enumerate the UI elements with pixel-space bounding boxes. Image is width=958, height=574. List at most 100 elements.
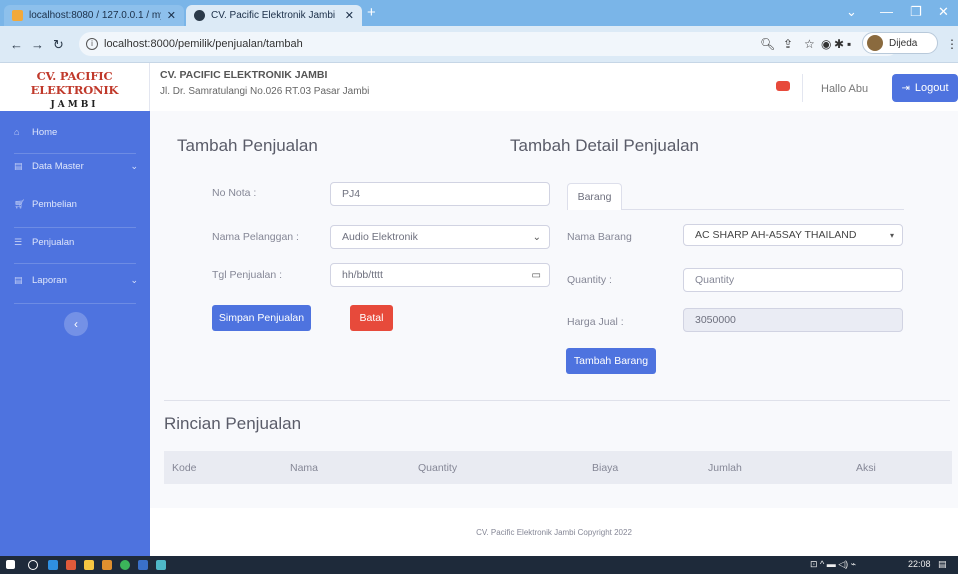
zoom-icon[interactable]: 🔍︎	[760, 37, 775, 51]
pelanggan-selected: Audio Elektronik	[342, 231, 418, 243]
sidebar-item-data-master[interactable]: ▤ Data Master ⌄	[0, 147, 150, 185]
search-icon[interactable]	[28, 560, 38, 570]
tgl-value: hh/bb/tttt	[342, 269, 383, 281]
report-icon: ▤	[14, 274, 23, 285]
site-info-icon[interactable]: i	[86, 38, 98, 50]
folder-icon: ▤	[14, 160, 23, 171]
quantity-label: Quantity :	[567, 274, 612, 286]
word-icon[interactable]	[138, 560, 148, 570]
tambah-barang-button[interactable]: Tambah Barang	[566, 348, 656, 374]
profile-name: Dijeda	[889, 37, 918, 49]
brand-line1: CV. PACIFIC ELEKTRONIK	[30, 69, 119, 97]
no-nota-label: No Nota :	[212, 187, 257, 199]
list-icon: ☰	[14, 236, 23, 247]
calendar-icon[interactable]: ▭	[532, 270, 541, 281]
brand-logo[interactable]: CV. PACIFIC ELEKTRONIK JAMBI	[0, 63, 150, 111]
company-address: Jl. Dr. Samratulangi No.026 RT.03 Pasar …	[160, 86, 370, 97]
sidebar-item-label: Pembelian	[32, 198, 77, 210]
menu-kebab-icon[interactable]: ⋮	[946, 37, 958, 51]
user-greeting[interactable]: Hallo Abu	[821, 83, 868, 95]
url-text[interactable]: localhost:8000/pemilik/penjualan/tambah	[104, 38, 303, 50]
pelanggan-select[interactable]: Audio Elektronik ⌄	[330, 225, 550, 249]
sidebar-item-laporan[interactable]: ▤ Laporan ⌄	[0, 261, 150, 299]
company-name: CV. PACIFIC ELEKTRONIK JAMBI	[160, 69, 328, 81]
close-tab-icon[interactable]: ✕	[345, 9, 354, 22]
puzzle-icon[interactable]: ✱	[834, 37, 844, 51]
chevron-down-icon[interactable]: ⌄	[846, 4, 857, 20]
form-detail-title: Tambah Detail Penjualan	[510, 136, 700, 155]
tgl-label: Tgl Penjualan :	[212, 269, 283, 281]
minimize-icon[interactable]: —	[880, 4, 893, 19]
sidebar-item-pembelian[interactable]: 🛒︎ Pembelian	[0, 185, 150, 223]
share-icon[interactable]: ⇪	[783, 37, 793, 51]
logout-label: Logout	[914, 82, 949, 94]
clock[interactable]: 22:08	[908, 559, 931, 569]
close-window-icon[interactable]: ✕	[938, 4, 949, 20]
pelanggan-label: Nama Pelanggan :	[212, 231, 299, 243]
no-nota-input[interactable]: PJ4	[330, 182, 550, 206]
sidebar-item-penjualan[interactable]: ☰ Penjualan	[0, 223, 150, 261]
notification-icon[interactable]	[776, 81, 790, 91]
batal-button[interactable]: Batal	[350, 305, 393, 331]
avatar	[867, 35, 883, 51]
column-header-aksi: Aksi	[856, 462, 876, 474]
tab-barang[interactable]: Barang	[567, 183, 622, 210]
chrome-icon[interactable]	[120, 560, 130, 570]
profile-button[interactable]: Dijeda	[862, 32, 938, 54]
restore-icon[interactable]: ❐	[910, 4, 922, 20]
bookmark-star-icon[interactable]: ☆	[804, 37, 815, 51]
harga-jual-input[interactable]: 3050000	[683, 308, 903, 332]
main-content	[150, 111, 958, 556]
topbar-divider	[802, 74, 803, 102]
cart-icon: 🛒︎	[14, 198, 26, 209]
close-tab-icon[interactable]: ✕	[167, 9, 176, 22]
chevron-down-icon: ⌄	[130, 274, 138, 285]
tray-icons[interactable]: ⊡ ^ ▬ ◁) ⌁	[810, 559, 856, 570]
rincian-title: Rincian Penjualan	[164, 414, 302, 433]
back-icon[interactable]: ←	[10, 37, 23, 52]
copyright-text: CV. Pacific Elektronik Jambi Copyright 2…	[476, 528, 632, 537]
chevron-down-icon: ⌄	[130, 160, 138, 171]
sidebar-divider	[14, 303, 136, 304]
sidebar-item-label: Penjualan	[32, 236, 75, 248]
browser-tab-app[interactable]: CV. Pacific Elektronik Jambi ✕	[186, 5, 362, 26]
forward-icon[interactable]: →	[31, 37, 44, 52]
quantity-input[interactable]: Quantity	[683, 268, 903, 292]
logout-icon: ⇥	[901, 82, 910, 94]
notification-center-icon[interactable]: ▤	[938, 559, 947, 570]
sidebar-item-home[interactable]: ⌂ Home	[0, 113, 150, 151]
browser-tab-phpmyadmin[interactable]: localhost:8080 / 127.0.0.1 / mysq ✕	[4, 5, 184, 26]
rincian-table-header	[164, 451, 952, 484]
tab-title: CV. Pacific Elektronik Jambi	[211, 10, 336, 21]
column-header-biaya: Biaya	[592, 462, 619, 474]
extension-icon[interactable]: ◉	[821, 37, 831, 51]
simpan-penjualan-button[interactable]: Simpan Penjualan	[212, 305, 311, 331]
xampp-icon[interactable]	[66, 560, 76, 570]
logout-button[interactable]: ⇥ Logout	[892, 74, 958, 102]
phpmyadmin-icon	[12, 10, 23, 21]
reload-icon[interactable]: ↻	[53, 37, 64, 53]
brand-line2: JAMBI	[50, 100, 99, 110]
column-header-jumlah: Jumlah	[708, 462, 742, 474]
nama-barang-select[interactable]: AC SHARP AH-A5SAY THAILAND ▾	[683, 224, 903, 246]
new-tab-icon[interactable]: +	[367, 4, 376, 21]
windows-start-icon[interactable]	[6, 560, 15, 569]
app-icon[interactable]	[156, 560, 166, 570]
sublime-icon[interactable]	[102, 560, 112, 570]
globe-icon	[194, 10, 205, 21]
tgl-penjualan-input[interactable]: hh/bb/tttt ▭	[330, 263, 550, 287]
form-penjualan-title: Tambah Penjualan	[177, 136, 318, 155]
home-icon: ⌂	[14, 127, 20, 137]
barang-selected: AC SHARP AH-A5SAY THAILAND	[695, 229, 857, 241]
file-explorer-icon[interactable]	[84, 560, 94, 570]
tab-underline	[622, 209, 904, 210]
vscode-icon[interactable]	[48, 560, 58, 570]
section-divider	[164, 400, 950, 401]
tab-title: localhost:8080 / 127.0.0.1 / mysq	[29, 10, 161, 21]
sidebar-toggle-button[interactable]: ‹	[64, 312, 88, 336]
sidebar-item-label: Home	[32, 126, 58, 138]
column-header-nama: Nama	[290, 462, 319, 474]
sidebar-item-label: Data Master	[32, 160, 84, 172]
sidebar-item-label: Laporan	[32, 274, 67, 286]
side-panel-icon[interactable]: ▪	[847, 37, 851, 51]
